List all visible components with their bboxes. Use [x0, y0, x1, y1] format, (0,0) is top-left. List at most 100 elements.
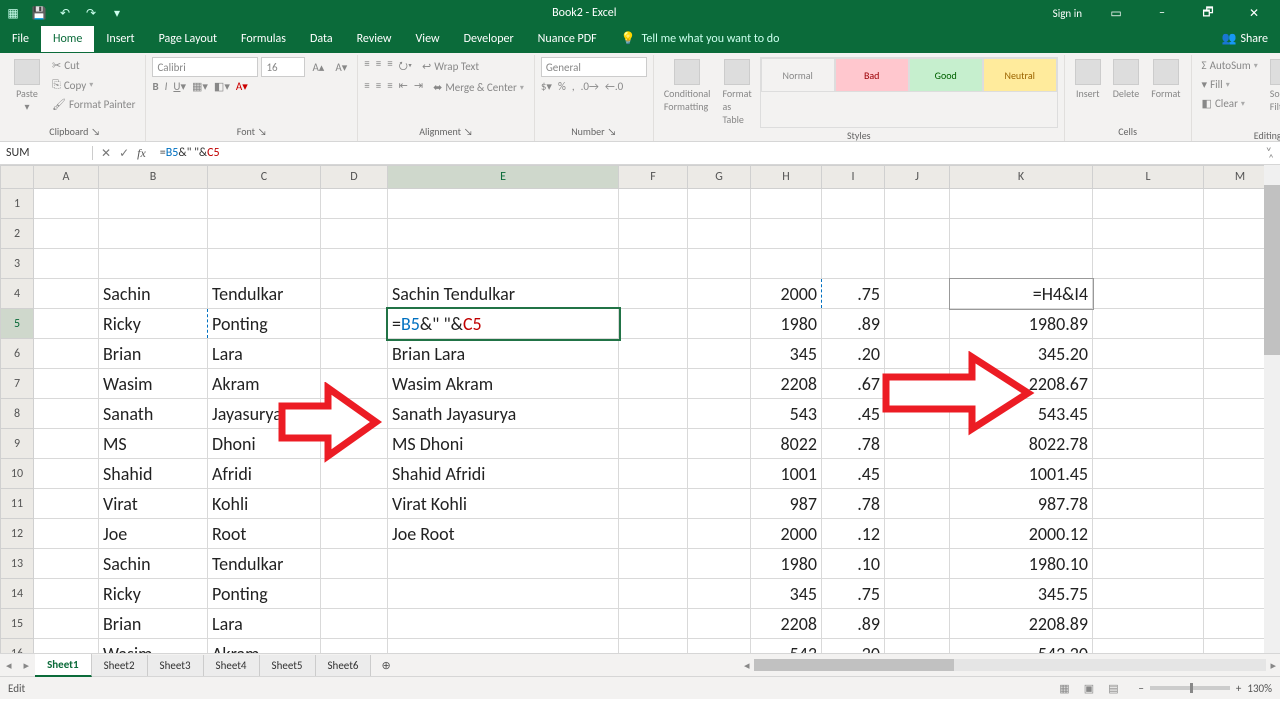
cell-G11[interactable] — [688, 489, 751, 519]
cell-A4[interactable] — [34, 279, 99, 309]
worksheet-grid[interactable]: ABCDEFGHIJKLM1234SachinTendulkarSachin T… — [0, 165, 1280, 653]
percent-icon[interactable]: % — [558, 80, 566, 93]
cell-H7[interactable]: 2208 — [751, 369, 822, 399]
cell-F7[interactable] — [619, 369, 688, 399]
page-break-view-icon[interactable]: ▤ — [1102, 682, 1124, 695]
cell-J5[interactable] — [885, 309, 950, 339]
restore-button[interactable]: 🗗 — [1186, 0, 1230, 26]
cell-G3[interactable] — [688, 249, 751, 279]
cell-B14[interactable]: Ricky — [99, 579, 208, 609]
cell-L16[interactable] — [1093, 639, 1204, 654]
cell-F12[interactable] — [619, 519, 688, 549]
cell-C2[interactable] — [208, 219, 321, 249]
cell-I16[interactable]: .20 — [822, 639, 885, 654]
cell-L10[interactable] — [1093, 459, 1204, 489]
fx-icon[interactable]: fx — [137, 146, 146, 161]
row-header-6[interactable]: 6 — [1, 339, 34, 369]
cell-J4[interactable] — [885, 279, 950, 309]
cell-E1[interactable] — [388, 189, 619, 219]
tab-review[interactable]: Review — [345, 26, 404, 52]
cell-E2[interactable] — [388, 219, 619, 249]
style-neutral[interactable]: Neutral — [983, 58, 1057, 92]
cell-H11[interactable]: 987 — [751, 489, 822, 519]
cell-A13[interactable] — [34, 549, 99, 579]
cell-D8[interactable] — [321, 399, 388, 429]
cell-B11[interactable]: Virat — [99, 489, 208, 519]
italic-button[interactable]: I — [165, 80, 168, 93]
cell-H3[interactable] — [751, 249, 822, 279]
cell-F9[interactable] — [619, 429, 688, 459]
cell-E6[interactable]: Brian Lara — [388, 339, 619, 369]
cell-L11[interactable] — [1093, 489, 1204, 519]
col-header-D[interactable]: D — [321, 166, 388, 189]
cell-I3[interactable] — [822, 249, 885, 279]
cell-H12[interactable]: 2000 — [751, 519, 822, 549]
cell-H9[interactable]: 8022 — [751, 429, 822, 459]
cut-button[interactable]: ✂Cut — [48, 57, 139, 74]
border-button[interactable]: ▦▾ — [192, 80, 208, 93]
row-header-1[interactable]: 1 — [1, 189, 34, 219]
align-left-icon[interactable]: ≡ — [364, 79, 369, 96]
share-button[interactable]: 👥Share — [1209, 25, 1280, 52]
sheet-nav-next-icon[interactable]: ▸ — [18, 659, 36, 672]
cell-I15[interactable]: .89 — [822, 609, 885, 639]
normal-view-icon[interactable]: ▦ — [1053, 682, 1075, 695]
cell-C8[interactable]: Jayasurya — [208, 399, 321, 429]
dialog-launcher-icon[interactable]: ↘ — [258, 125, 267, 138]
cell-D3[interactable] — [321, 249, 388, 279]
cell-B8[interactable]: Sanath — [99, 399, 208, 429]
cell-F4[interactable] — [619, 279, 688, 309]
cell-K5[interactable]: 1980.89 — [950, 309, 1093, 339]
cell-L2[interactable] — [1093, 219, 1204, 249]
cell-G14[interactable] — [688, 579, 751, 609]
cell-A3[interactable] — [34, 249, 99, 279]
cell-B9[interactable]: MS — [99, 429, 208, 459]
cell-K7[interactable]: 2208.67 — [950, 369, 1093, 399]
cell-D14[interactable] — [321, 579, 388, 609]
cell-D7[interactable] — [321, 369, 388, 399]
tab-page-layout[interactable]: Page Layout — [147, 26, 229, 52]
cell-H2[interactable] — [751, 219, 822, 249]
sheet-tab-4[interactable]: Sheet4 — [204, 655, 260, 676]
cell-A5[interactable] — [34, 309, 99, 339]
cell-L8[interactable] — [1093, 399, 1204, 429]
cell-H16[interactable]: 543 — [751, 639, 822, 654]
page-layout-view-icon[interactable]: ▣ — [1078, 682, 1100, 695]
customize-qat-icon[interactable]: ▾ — [108, 4, 126, 22]
cell-K13[interactable]: 1980.10 — [950, 549, 1093, 579]
cell-J8[interactable] — [885, 399, 950, 429]
cell-D1[interactable] — [321, 189, 388, 219]
currency-icon[interactable]: $▾ — [541, 80, 552, 93]
cell-A15[interactable] — [34, 609, 99, 639]
cell-G4[interactable] — [688, 279, 751, 309]
cell-A2[interactable] — [34, 219, 99, 249]
cell-F6[interactable] — [619, 339, 688, 369]
cell-E11[interactable]: Virat Kohli — [388, 489, 619, 519]
cell-G15[interactable] — [688, 609, 751, 639]
cell-J6[interactable] — [885, 339, 950, 369]
horizontal-scrollbar[interactable]: ◂▸ — [740, 659, 1280, 672]
sheet-tab-6[interactable]: Sheet6 — [316, 655, 372, 676]
cell-F1[interactable] — [619, 189, 688, 219]
cell-K2[interactable] — [950, 219, 1093, 249]
zoom-slider[interactable] — [1150, 686, 1230, 690]
row-header-5[interactable]: 5 — [1, 309, 34, 339]
insert-cells-button[interactable]: Insert — [1071, 57, 1105, 102]
cell-H4[interactable]: 2000 — [751, 279, 822, 309]
font-color-button[interactable]: A▾ — [236, 80, 248, 93]
cell-B10[interactable]: Shahid — [99, 459, 208, 489]
decrease-indent-icon[interactable]: ⇤ — [399, 79, 408, 96]
cell-I1[interactable] — [822, 189, 885, 219]
cell-E4[interactable]: Sachin Tendulkar — [388, 279, 619, 309]
cell-C9[interactable]: Dhoni — [208, 429, 321, 459]
tab-view[interactable]: View — [404, 26, 452, 52]
col-header-L[interactable]: L — [1093, 166, 1204, 189]
cell-G6[interactable] — [688, 339, 751, 369]
row-header-14[interactable]: 14 — [1, 579, 34, 609]
row-header-13[interactable]: 13 — [1, 549, 34, 579]
cell-J12[interactable] — [885, 519, 950, 549]
paste-button[interactable]: Paste▾ — [10, 57, 44, 115]
formula-input[interactable]: =B5&" "&C5 — [154, 146, 1258, 160]
style-bad[interactable]: Bad — [835, 58, 909, 92]
cell-B6[interactable]: Brian — [99, 339, 208, 369]
